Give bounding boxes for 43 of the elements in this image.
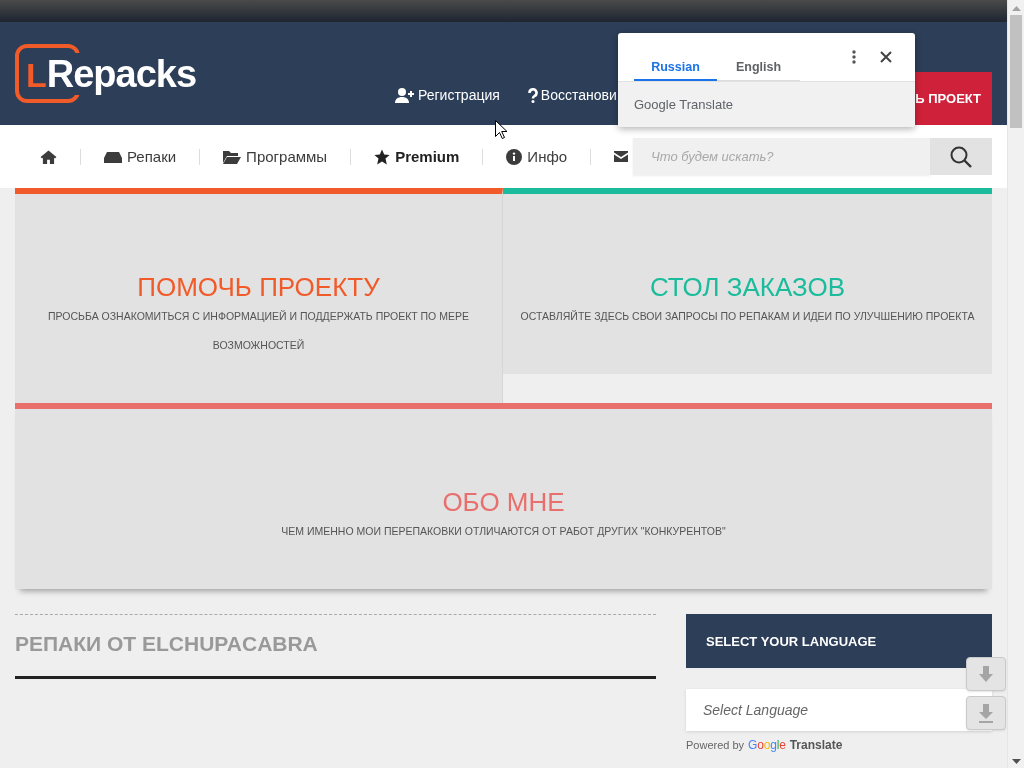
translate-link[interactable]: Translate [789, 738, 843, 752]
banner-text: ЧЕМ ИМЕННО МОИ ПЕРЕПАКОВКИ ОТЛИЧАЮТСЯ ОТ РАБОТ ДРУГИХ "КОНКУРЕНТОВ" [280, 524, 727, 539]
nav-icon-link[interactable] [614, 151, 629, 162]
nav-link[interactable]: Программы [223, 146, 328, 167]
arrow-down-icon [979, 666, 993, 682]
search-button[interactable] [930, 138, 992, 175]
question-mark-icon [527, 87, 538, 103]
scrollbar[interactable] [1007, 0, 1024, 768]
banner-card[interactable]: ПОМОЧЬ ПРОЕКТУ ПРОСЬБА ОЗНАКОМИТЬСЯ С ИНФОРМАЦИЕЙ И ПОДДЕРЖАТЬ ПРОЕКТ ПО МЕРЕ ВОЗМОЖНОСТЕЙ [15, 188, 503, 403]
google-translate-text: Google Translate [634, 97, 733, 112]
close-icon[interactable] [880, 51, 892, 63]
arrow-down-to-line-icon [979, 703, 993, 723]
banner-text: ПРОСЬБА ОЗНАКОМИТЬСЯ С ИНФОРМАЦИЕЙ И ПОДДЕРЖАТЬ ПРОЕКТ ПО МЕРЕ ВОЗМОЖНОСТЕЙ [47, 309, 470, 353]
powered-by-text: Powered by [686, 738, 745, 752]
language-select[interactable]: Select Language [686, 689, 992, 731]
caret-down-icon[interactable] [1011, 759, 1021, 764]
nav-link[interactable]: Premium [374, 146, 460, 167]
google-logo-text: Google [748, 738, 786, 752]
nav-icon-link[interactable] [40, 149, 57, 164]
banner-title: ПОМОЧЬ ПРОЕКТУ [136, 272, 381, 302]
info-icon [506, 148, 523, 165]
nav-link[interactable]: Репаки [104, 146, 177, 167]
section-heading: РЕПАКИ ОТ ELCHUPACABRA [15, 631, 319, 657]
star-icon [374, 148, 391, 165]
language-tab[interactable]: English [717, 44, 800, 81]
nav-link[interactable]: Инфо [506, 146, 568, 167]
banner-title: СТОЛ ЗАКАЗОВ [648, 272, 847, 302]
more-options-icon[interactable] [852, 50, 856, 64]
hard-drive-icon [104, 150, 122, 163]
widget-title: SELECT YOUR LANGUAGE [686, 614, 992, 668]
search-icon [950, 145, 972, 168]
banner-text: ОСТАВЛЯЙТЕ ЗДЕСЬ СВОИ ЗАПРОСЫ ПО РЕПАКАМ И ИДЕИ ПО УЛУЧШЕНИЮ ПРОЕКТА [519, 309, 976, 324]
banner-title: ОБО МНЕ [441, 487, 566, 517]
folder-icon [223, 149, 242, 164]
scrollbar-thumb[interactable] [1010, 15, 1022, 128]
banner-card[interactable]: СТОЛ ЗАКАЗОВ ОСТАВЛЯЙТЕ ЗДЕСЬ СВОИ ЗАПРОСЫ ПО РЕПАКАМ И ИДЕИ ПО УЛУЧШЕНИЮ ПРОЕКТА [503, 188, 992, 374]
banner-card[interactable]: ОБО МНЕ ЧЕМ ИМЕННО МОИ ПЕРЕПАКОВКИ ОТЛИЧАЮТСЯ ОТ РАБОТ ДРУГИХ "КОНКУРЕНТОВ" [15, 403, 992, 589]
header-link[interactable]: Регистрация [395, 85, 500, 105]
envelope-icon [614, 151, 629, 162]
user-plus-icon [395, 87, 415, 103]
header-link[interactable]: Восстанови [527, 85, 617, 105]
search-field[interactable]: Что будем искать? [633, 138, 930, 175]
home-icon [40, 149, 57, 164]
